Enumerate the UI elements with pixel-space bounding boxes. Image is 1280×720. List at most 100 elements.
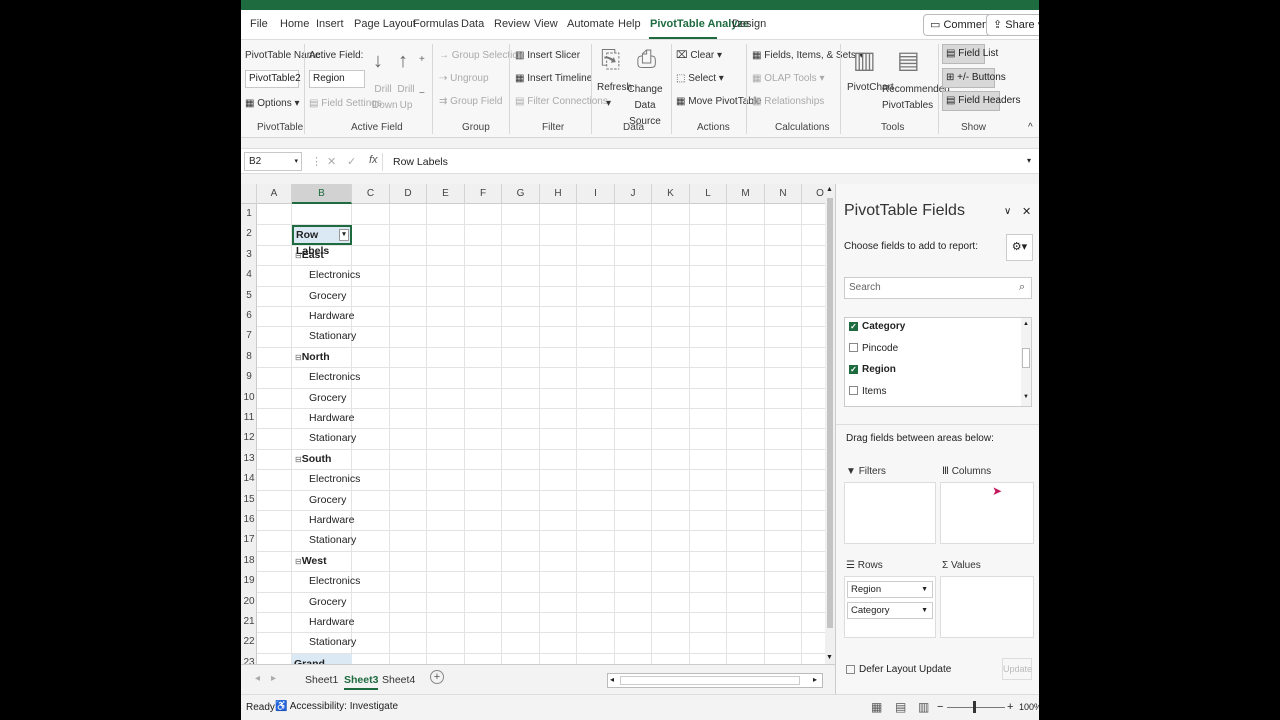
zoom-out-icon[interactable]: − (937, 701, 943, 713)
pivot-group-row[interactable]: ⊟North (295, 347, 330, 367)
chevron-down-icon[interactable]: ▼ (921, 603, 928, 618)
scroll-thumb[interactable] (620, 676, 800, 685)
checkbox[interactable]: ✓ (849, 364, 858, 374)
scroll-down-icon[interactable]: ▼ (826, 654, 833, 661)
pivot-item-row[interactable]: Hardware (309, 612, 355, 632)
gear-icon[interactable]: ⚙▾ (1006, 234, 1033, 261)
select-all-corner[interactable] (241, 184, 257, 204)
column-header[interactable]: C (352, 184, 390, 204)
pivot-item-row[interactable]: Hardware (309, 306, 355, 326)
pivot-item-row[interactable]: Stationary (309, 530, 356, 550)
scroll-left-icon[interactable]: ◂ (610, 675, 614, 684)
name-box[interactable]: B2 ▾ (244, 152, 302, 171)
columns-drop-area[interactable] (940, 482, 1034, 544)
insert-function-icon[interactable]: fx (369, 154, 378, 166)
field-list-toggle[interactable]: ▤ Field List (942, 44, 998, 64)
update-button[interactable]: Update (1002, 658, 1032, 680)
column-header[interactable]: B (292, 184, 352, 204)
pivot-item-row[interactable]: Grocery (309, 490, 346, 510)
pivot-item-row[interactable]: Electronics (309, 469, 360, 489)
olap-tools-button[interactable]: ▦ OLAP Tools ▾ (752, 73, 825, 84)
field-item[interactable]: Pincode (849, 341, 898, 357)
tab-page-layout[interactable]: Page Layout (354, 18, 416, 30)
column-header[interactable]: O (802, 184, 825, 204)
row-header[interactable]: 23 (241, 653, 257, 664)
row-header[interactable]: 13 (241, 449, 257, 469)
field-headers-toggle[interactable]: ▤ Field Headers (942, 91, 1021, 111)
defer-layout-update-checkbox[interactable]: Defer Layout Update (846, 664, 951, 675)
close-icon[interactable]: ✕ (1022, 205, 1031, 218)
page-break-view-icon[interactable]: ▥ (918, 700, 929, 714)
share-button[interactable]: ⇪ Share ▾ (986, 14, 1039, 36)
row-header[interactable]: 10 (241, 388, 257, 408)
sheet-tab-sheet1[interactable]: Sheet1 (305, 670, 338, 690)
next-sheet-icon[interactable]: ▸ (271, 673, 276, 684)
tab-file[interactable]: File (250, 18, 268, 30)
field-item[interactable]: ✓ Region (849, 362, 896, 378)
collapse-field-icon[interactable]: − (419, 88, 425, 99)
select-button[interactable]: ⬚ Select ▾ (676, 73, 724, 84)
insert-slicer-button[interactable]: ▥ Insert Slicer (515, 50, 580, 61)
expand-field-icon[interactable]: + (419, 54, 425, 65)
zoom-slider-thumb[interactable] (973, 701, 976, 713)
tab-help[interactable]: Help (618, 18, 641, 30)
column-header[interactable]: K (652, 184, 690, 204)
tab-home[interactable]: Home (280, 18, 309, 30)
add-sheet-icon[interactable]: + (430, 670, 444, 684)
tab-data[interactable]: Data (461, 18, 484, 30)
scroll-down-icon[interactable]: ▼ (1023, 394, 1029, 400)
insert-timeline-button[interactable]: ▦ Insert Timeline (515, 73, 592, 84)
drill-down-button[interactable]: Drill Down (372, 82, 398, 114)
pivot-item-row[interactable]: Stationary (309, 428, 356, 448)
row-header[interactable]: 17 (241, 530, 257, 550)
row-header[interactable]: 14 (241, 469, 257, 489)
filter-dropdown-icon[interactable]: ▾ (339, 229, 349, 241)
pivot-item-row[interactable]: Hardware (309, 408, 355, 428)
column-header[interactable]: M (727, 184, 765, 204)
ungroup-button[interactable]: ⇢ Ungroup (439, 73, 489, 84)
column-header[interactable]: J (615, 184, 652, 204)
values-drop-area[interactable] (940, 576, 1034, 638)
collapse-icon[interactable]: ⊟ (295, 353, 302, 362)
column-header[interactable]: E (427, 184, 465, 204)
checkbox[interactable] (849, 386, 858, 396)
column-header[interactable]: I (577, 184, 615, 204)
scroll-thumb[interactable] (827, 198, 833, 628)
pivot-item-row[interactable]: Electronics (309, 367, 360, 387)
move-pivottable-button[interactable]: ▦ Move PivotTable (676, 96, 762, 107)
row-header[interactable]: 19 (241, 571, 257, 591)
group-selection-button[interactable]: → Group Selection (439, 50, 524, 61)
pane-options-icon[interactable]: ∨ (1004, 206, 1011, 217)
row-header[interactable]: 3 (241, 245, 257, 265)
column-header[interactable]: F (465, 184, 502, 204)
normal-view-icon[interactable]: ▦ (871, 700, 882, 714)
scroll-up-icon[interactable]: ▲ (1023, 321, 1029, 327)
search-input[interactable]: Search ⌕ (844, 277, 1032, 299)
pivot-item-row[interactable]: Electronics (309, 571, 360, 591)
pivot-item-row[interactable]: Grocery (309, 388, 346, 408)
row-header[interactable]: 6 (241, 306, 257, 326)
refresh-dropdown-icon[interactable]: ▾ (606, 98, 611, 109)
tab-insert[interactable]: Insert (316, 18, 344, 30)
row-header[interactable]: 4 (241, 265, 257, 285)
zoom-slider[interactable] (947, 707, 1005, 708)
collapse-ribbon-icon[interactable]: ^ (1028, 122, 1033, 133)
column-header[interactable]: G (502, 184, 540, 204)
checkbox[interactable] (846, 664, 855, 674)
pivot-group-row[interactable]: ⊟South (295, 449, 331, 469)
expand-formula-icon[interactable]: ▾ (1027, 156, 1031, 165)
drill-up-button[interactable]: Drill Up (395, 82, 417, 114)
previous-sheet-icon[interactable]: ◂ (255, 673, 260, 684)
fields-items-sets-button[interactable]: ▦ Fields, Items, & Sets ▾ (752, 50, 864, 61)
row-header[interactable]: 18 (241, 551, 257, 571)
row-field-region[interactable]: Region ▼ (847, 581, 933, 598)
pivot-item-row[interactable]: Stationary (309, 326, 356, 346)
clear-button[interactable]: ⌧ Clear ▾ (676, 50, 722, 61)
options-button[interactable]: ▦ Options ▾ (245, 98, 300, 109)
name-box-dropdown-icon[interactable]: ▾ (294, 153, 298, 170)
tab-design[interactable]: Design (732, 18, 766, 30)
pivot-item-row[interactable]: Electronics (309, 265, 360, 285)
row-header[interactable]: 21 (241, 612, 257, 632)
checkbox[interactable] (849, 343, 858, 353)
collapse-icon[interactable]: ⊟ (295, 557, 302, 566)
